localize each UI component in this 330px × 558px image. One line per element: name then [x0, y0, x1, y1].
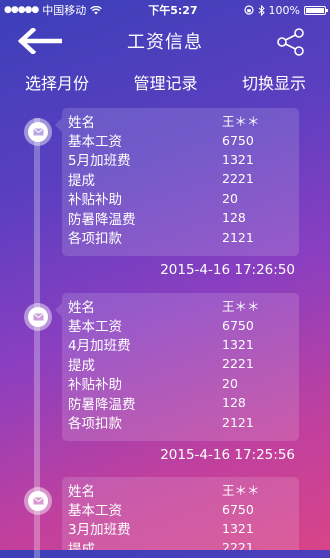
row-label: 补贴补助: [68, 377, 122, 394]
record-row: 基本工资 6750: [68, 130, 299, 151]
record-timestamp: 2015-4-16 17:25:56: [160, 447, 295, 463]
record-timestamp: 2015-4-16 17:26:50: [160, 262, 295, 278]
row-label: 提成: [68, 541, 95, 550]
row-label: 各项扣款: [68, 416, 122, 433]
record-row: 补贴补助 20: [68, 374, 299, 394]
record-row: 防暑降温费 128: [68, 208, 299, 228]
salary-record-card[interactable]: 姓名 王＊＊ 基本工资 6750 4月加班费 1321 提成 2221 补贴补助 20 防…: [55, 293, 299, 441]
signal-icon: ●●●●●: [4, 5, 39, 15]
row-value: 6750: [222, 501, 254, 517]
record-row: 基本工资 6750: [68, 315, 299, 336]
status-left: ●●●●● 中国移动: [4, 2, 103, 18]
row-label: 补贴补助: [68, 192, 122, 209]
row-value: 1321: [222, 336, 254, 352]
record-row: 3月加班费 1321: [68, 519, 299, 539]
row-value: 20: [222, 375, 238, 391]
record-row: 提成 2221: [68, 538, 299, 550]
salary-record-card[interactable]: 姓名 王＊＊ 基本工资 6750 5月加班费 1321 提成 2221 补贴补助 20 防…: [55, 108, 299, 256]
status-right: 100%: [243, 3, 328, 17]
row-value: 2121: [222, 414, 254, 430]
status-time: 下午5:27: [148, 4, 198, 17]
lock-rotation-icon: [243, 5, 254, 15]
record-row: 姓名 王＊＊: [68, 480, 299, 500]
tab-row: 选择月份 管理记录 切换显示: [0, 64, 330, 100]
mail-icon: [24, 118, 52, 146]
row-label: 姓名: [68, 299, 95, 316]
share-icon[interactable]: [276, 27, 306, 57]
row-label: 姓名: [68, 483, 95, 500]
row-value: 2221: [222, 356, 254, 372]
row-label: 姓名: [68, 114, 95, 131]
row-value: 王＊＊: [222, 299, 260, 315]
row-value: 2221: [222, 171, 254, 187]
row-label: 各项扣款: [68, 231, 122, 248]
record-row: 基本工资 6750: [68, 499, 299, 520]
battery-icon: [304, 5, 328, 15]
row-label: 提成: [68, 172, 95, 189]
record-row: 提成 2221: [68, 169, 299, 189]
record-row: 4月加班费 1321: [68, 335, 299, 355]
row-label: 3月加班费: [68, 522, 131, 539]
wifi-icon: [90, 5, 103, 14]
bluetooth-icon: [258, 4, 265, 16]
carrier-label: 中国移动: [42, 4, 87, 17]
record-row: 姓名 王＊＊: [68, 111, 299, 131]
record-row: 各项扣款 2121: [68, 227, 299, 248]
row-label: 基本工资: [68, 319, 122, 336]
row-value: 6750: [222, 317, 254, 333]
mail-icon: [24, 303, 52, 331]
row-label: 基本工资: [68, 503, 122, 520]
nav-bar: 工资信息: [0, 20, 330, 62]
row-value: 6750: [222, 132, 254, 148]
row-value: 1321: [222, 151, 254, 167]
record-row: 防暑降温费 128: [68, 393, 299, 413]
row-label: 4月加班费: [68, 338, 131, 355]
record-row: 姓名 王＊＊: [68, 296, 299, 316]
row-value: 128: [222, 395, 246, 411]
record-row: 各项扣款 2121: [68, 412, 299, 433]
row-value: 2221: [222, 540, 254, 550]
page-title: 工资信息: [127, 32, 203, 53]
row-value: 王＊＊: [222, 114, 260, 130]
row-value: 2121: [222, 229, 254, 245]
tab-switch-display[interactable]: 切换显示: [242, 70, 306, 94]
back-arrow-icon[interactable]: [18, 28, 62, 54]
mail-icon: [24, 487, 52, 515]
row-value: 王＊＊: [222, 483, 260, 499]
row-value: 20: [222, 190, 238, 206]
row-label: 防暑降温费: [68, 211, 136, 228]
row-label: 提成: [68, 357, 95, 374]
battery-percent: 100%: [268, 3, 300, 17]
row-value: 1321: [222, 520, 254, 536]
row-label: 5月加班费: [68, 153, 131, 170]
status-bar: ●●●●● 中国移动 下午5:27 100%: [0, 0, 330, 20]
record-row: 5月加班费 1321: [68, 150, 299, 170]
record-row: 提成 2221: [68, 354, 299, 374]
row-value: 128: [222, 210, 246, 226]
tab-select-month[interactable]: 选择月份: [25, 70, 89, 94]
row-label: 防暑降温费: [68, 396, 136, 413]
row-label: 基本工资: [68, 134, 122, 151]
record-row: 补贴补助 20: [68, 189, 299, 209]
tab-manage-records[interactable]: 管理记录: [133, 70, 197, 94]
salary-record-card[interactable]: 姓名 王＊＊ 基本工资 6750 3月加班费 1321 提成 2221: [62, 477, 299, 550]
